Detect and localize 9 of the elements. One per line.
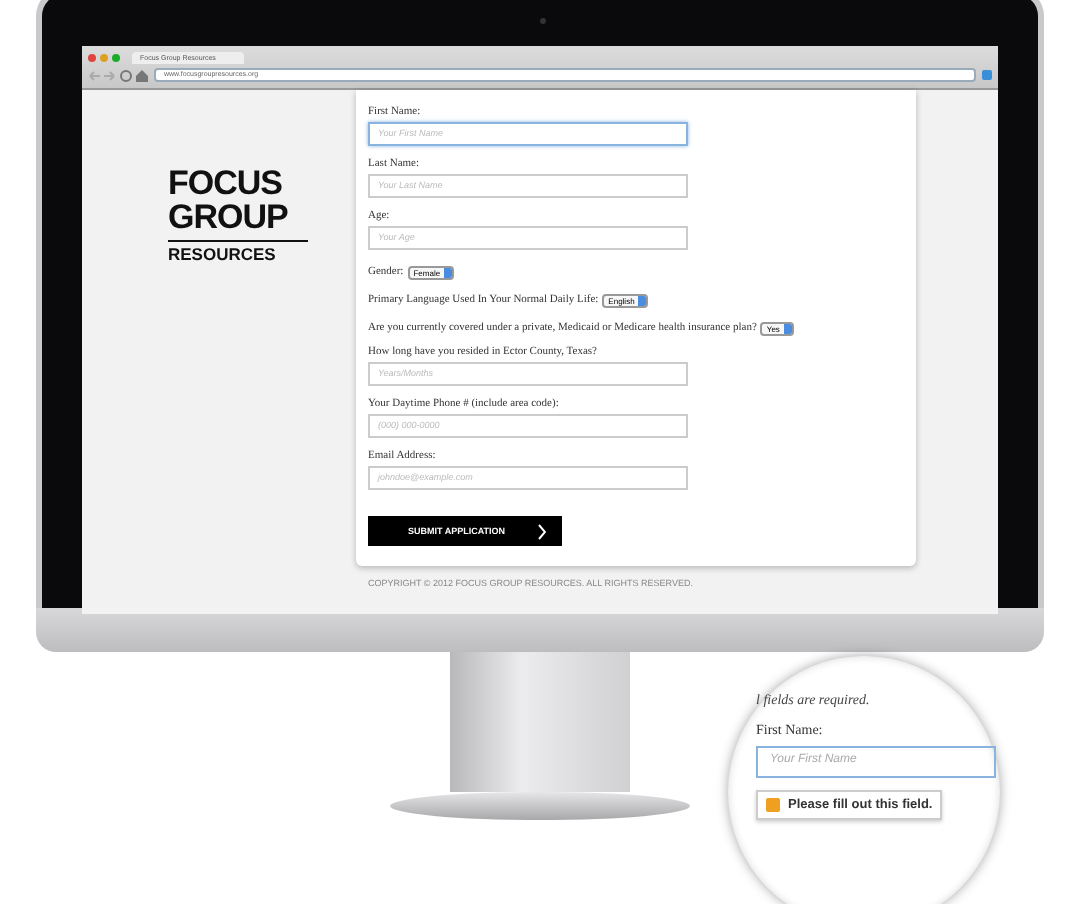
navigation-arrows-icon[interactable] (88, 67, 148, 83)
chevron-right-icon (537, 523, 545, 539)
warning-icon (766, 798, 780, 812)
extension-icon[interactable] (982, 70, 992, 80)
camera-dot (540, 18, 546, 24)
window-buttons-icon[interactable] (88, 54, 120, 62)
logo-text: FOCUS (168, 166, 284, 200)
logo-tagline: RESOURCES (168, 240, 308, 264)
logo-text: GROUP (168, 200, 290, 234)
